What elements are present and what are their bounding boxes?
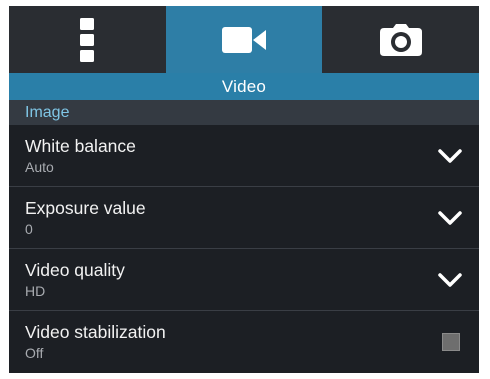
more-vert-icon xyxy=(80,17,95,62)
setting-video-quality[interactable]: Video quality HD xyxy=(9,249,479,311)
chevron-down-icon[interactable] xyxy=(437,272,463,288)
setting-title: White balance xyxy=(25,135,136,156)
setting-exposure-value[interactable]: Exposure value 0 xyxy=(9,187,479,249)
chevron-down-icon[interactable] xyxy=(437,148,463,164)
setting-title: Exposure value xyxy=(25,197,146,218)
settings-list: White balance Auto Exposure value 0 Vide… xyxy=(9,125,479,372)
setting-value: Off xyxy=(25,344,44,361)
chevron-down-icon[interactable] xyxy=(437,210,463,226)
camera-settings-panel: Video Image White balance Auto Exposure … xyxy=(9,6,479,373)
setting-video-stabilization[interactable]: Video stabilization Off xyxy=(9,311,479,372)
setting-value: 0 xyxy=(25,220,33,237)
setting-value: Auto xyxy=(25,158,54,175)
tab-photo[interactable] xyxy=(322,6,479,73)
group-header-image: Image xyxy=(9,100,479,125)
tab-more-settings[interactable] xyxy=(9,6,166,73)
camera-icon xyxy=(379,23,422,56)
setting-white-balance[interactable]: White balance Auto xyxy=(9,125,479,187)
video-camera-icon xyxy=(222,26,266,53)
tab-video[interactable] xyxy=(165,6,323,73)
setting-title: Video quality xyxy=(25,259,125,280)
stabilization-checkbox[interactable] xyxy=(442,332,460,351)
setting-title: Video stabilization xyxy=(25,321,166,342)
section-title: Video xyxy=(9,73,479,100)
settings-tab-bar xyxy=(9,6,479,73)
setting-value: HD xyxy=(25,282,46,299)
